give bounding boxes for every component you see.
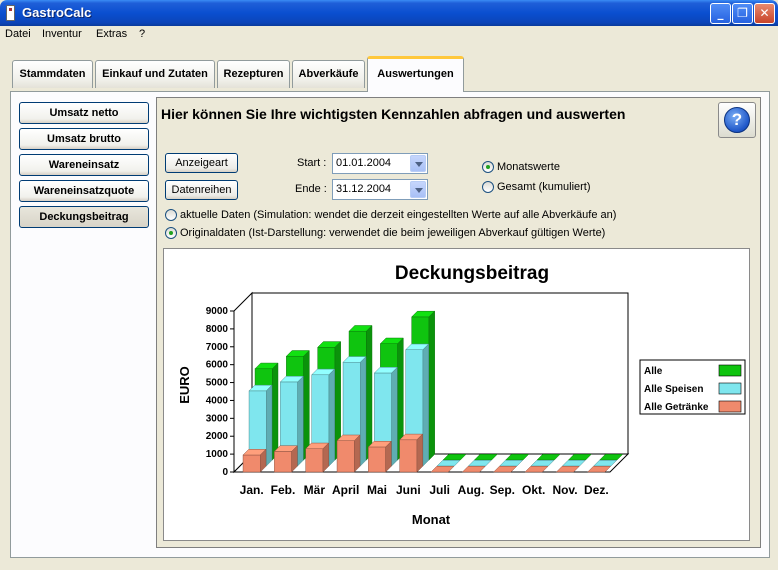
x-tick-label: Juli	[429, 483, 450, 497]
wareneinsatz-button[interactable]: Wareneinsatz	[19, 154, 149, 176]
help-icon: ?	[724, 107, 750, 133]
x-tick-label: April	[332, 483, 359, 497]
deckungsbeitrag-chart: Deckungsbeitrag EURO Monat 0 1000 2000 3000…	[177, 263, 746, 527]
tab-rezepturen[interactable]: Rezepturen	[217, 60, 290, 88]
title-bar: GastroCalc _ ❐ ✕	[0, 0, 778, 26]
tab-abverkaeufe[interactable]: Abverkäufe	[292, 60, 365, 88]
bar-getraenke-0	[242, 448, 267, 473]
radio-gesamt[interactable]	[482, 181, 494, 193]
bar-getraenke-3	[336, 434, 361, 473]
end-date-value: 31.12.2004	[336, 183, 392, 195]
wareneinsatzquote-button[interactable]: Wareneinsatzquote	[19, 180, 149, 202]
minimize-button[interactable]: _	[710, 3, 731, 24]
y-tick-label: 1000	[206, 449, 229, 460]
x-tick-label: Mär	[304, 483, 326, 497]
radio-aktuelle-daten-label: aktuelle Daten (Simulation: wendet die d…	[180, 209, 617, 221]
y-tick-label: 4000	[206, 395, 229, 406]
y-tick-label: 6000	[206, 360, 229, 371]
chevron-down-icon[interactable]	[410, 155, 426, 172]
bar-getraenke-4	[367, 440, 392, 473]
umsatz-netto-button[interactable]: Umsatz netto	[19, 102, 149, 124]
y-tick-label: 3000	[206, 413, 229, 424]
close-button[interactable]: ✕	[754, 3, 775, 24]
chart-x-axis-label: Monat	[412, 512, 451, 527]
start-date-combo[interactable]: 01.01.2004	[332, 153, 428, 174]
x-tick-label: Jan.	[240, 483, 264, 497]
menu-help[interactable]: ?	[139, 28, 145, 40]
minimize-icon: _	[717, 6, 724, 20]
x-tick-label: Juni	[396, 483, 421, 497]
x-tick-label: Okt.	[522, 483, 545, 497]
start-label: Start :	[297, 157, 327, 169]
y-tick-label: 2000	[206, 431, 229, 442]
anzeigeart-button[interactable]: Anzeigeart	[165, 153, 238, 173]
legend-label-speisen: Alle Speisen	[644, 384, 703, 395]
menu-datei[interactable]: Datei	[5, 28, 31, 40]
chart-y-axis-label: EURO	[177, 366, 192, 404]
ende-label: Ende :	[295, 183, 327, 195]
radio-gesamt-label: Gesamt (kumuliert)	[497, 181, 591, 193]
y-tick-label: 7000	[206, 342, 229, 353]
legend-swatch-getraenke	[718, 400, 742, 413]
maximize-button[interactable]: ❐	[732, 3, 753, 24]
legend-swatch-speisen	[718, 382, 742, 395]
start-date-value: 01.01.2004	[336, 157, 392, 169]
menu-bar: Datei Inventur Extras ?	[0, 26, 778, 45]
radio-aktuelle-daten[interactable]	[165, 209, 177, 221]
tab-stammdaten[interactable]: Stammdaten	[12, 60, 93, 88]
menu-inventur[interactable]: Inventur	[42, 28, 82, 40]
legend-swatch-alle	[718, 364, 742, 377]
x-tick-label: Sep.	[490, 483, 515, 497]
y-tick-label: 5000	[206, 378, 229, 389]
datenreihen-button[interactable]: Datenreihen	[165, 180, 238, 200]
radio-monatswerte[interactable]	[482, 161, 494, 173]
legend-label-getraenke: Alle Getränke	[644, 402, 709, 413]
chart-area: Deckungsbeitrag EURO Monat 0 1000 2000 3000…	[163, 248, 750, 541]
close-icon: ✕	[759, 6, 770, 20]
x-tick-label: Nov.	[552, 483, 577, 497]
deckungsbeitrag-button[interactable]: Deckungsbeitrag	[19, 206, 149, 228]
y-tick-label: 0	[222, 467, 228, 478]
x-tick-label: Aug.	[458, 483, 485, 497]
help-button[interactable]: ?	[718, 102, 756, 138]
x-tick-label: Feb.	[271, 483, 296, 497]
end-date-combo[interactable]: 31.12.2004	[332, 179, 428, 200]
radio-originaldaten[interactable]	[165, 227, 177, 239]
window-title: GastroCalc	[22, 5, 92, 20]
bar-getraenke-5	[399, 433, 424, 473]
chevron-down-icon[interactable]	[410, 181, 426, 198]
menu-extras[interactable]: Extras	[96, 28, 127, 40]
restore-icon: ❐	[737, 6, 748, 20]
radio-originaldaten-label: Originaldaten (Ist-Darstellung: verwende…	[180, 227, 606, 239]
legend-label-alle: Alle	[644, 366, 663, 377]
tab-auswertungen[interactable]: Auswertungen	[367, 56, 464, 92]
y-tick-label: 9000	[206, 306, 229, 317]
x-tick-label: Mai	[367, 483, 387, 497]
page-title: Hier können Sie Ihre wichtigsten Kennzah…	[161, 106, 626, 122]
umsatz-brutto-button[interactable]: Umsatz brutto	[19, 128, 149, 150]
bar-getraenke-2	[305, 442, 330, 473]
radio-monatswerte-label: Monatswerte	[497, 161, 560, 173]
y-tick-label: 8000	[206, 324, 229, 335]
chart-title: Deckungsbeitrag	[395, 263, 549, 284]
bar-getraenke-1	[273, 445, 298, 473]
tab-einkauf[interactable]: Einkauf und Zutaten	[95, 60, 215, 88]
x-tick-label: Dez.	[584, 483, 609, 497]
app-icon	[6, 5, 15, 21]
